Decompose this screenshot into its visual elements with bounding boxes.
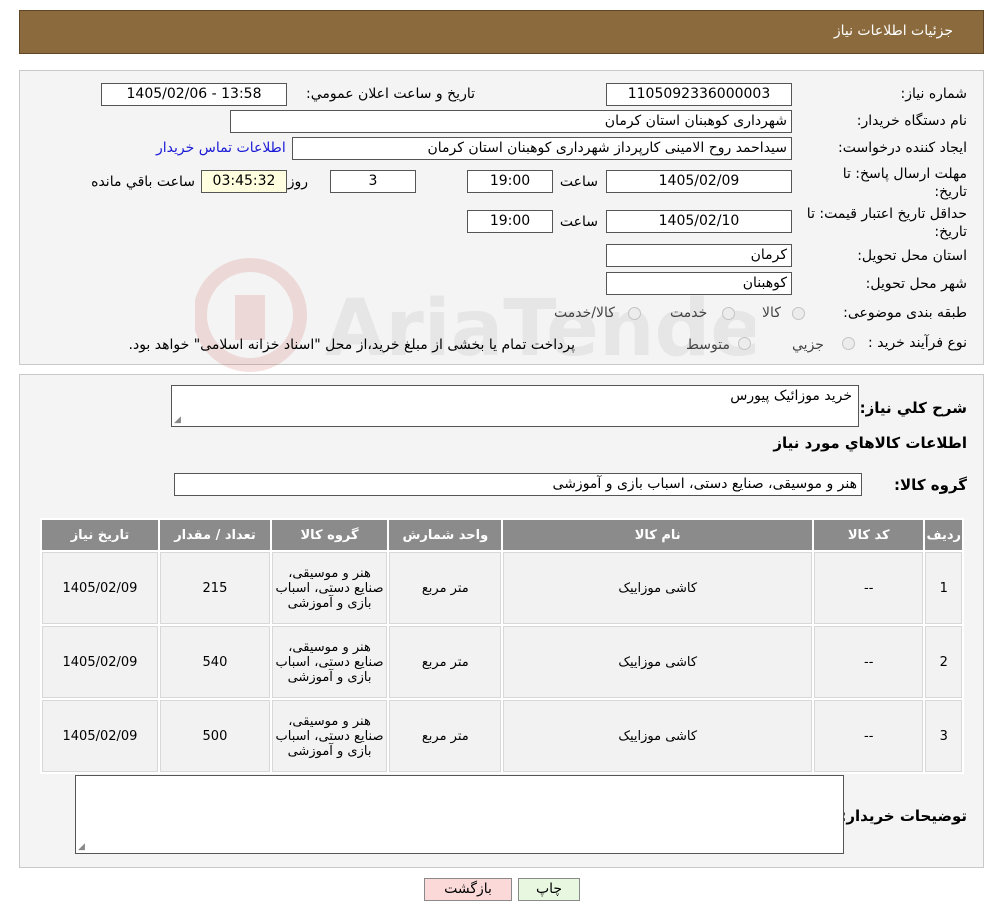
buyer-notes-textarea[interactable]: ◢ bbox=[75, 775, 844, 854]
summary-text: خرید موزائیک پیورس bbox=[730, 388, 852, 404]
remaining-time-label: ساعت باقي مانده bbox=[91, 174, 195, 190]
cell-unit: متر مربع bbox=[389, 626, 502, 698]
resize-grip-icon[interactable]: ◢ bbox=[174, 415, 181, 425]
col-item-group: گروه کالا bbox=[271, 520, 388, 550]
creator-label: ایجاد کننده درخواست: bbox=[838, 140, 967, 156]
category-label: طبقه بندی موضوعی: bbox=[843, 305, 967, 321]
process-minor-option: جزيي bbox=[792, 337, 824, 353]
col-item-code: کد کالا bbox=[813, 520, 924, 550]
announce-datetime-label: تاریخ و ساعت اعلان عمومي: bbox=[306, 86, 475, 102]
col-need-date: تاریخ نیاز bbox=[42, 520, 158, 550]
cell-item-code: -- bbox=[813, 700, 924, 772]
validity-time-label: ساعت bbox=[559, 214, 598, 230]
deadline-date-field: 1405/02/09 bbox=[606, 170, 792, 193]
deadline-time-field: 19:00 bbox=[467, 170, 553, 193]
goods-group-label: گروه کالا: bbox=[894, 476, 967, 494]
process-type-label: نوع فرآیند خرید : bbox=[868, 335, 967, 351]
cell-item-code: -- bbox=[813, 626, 924, 698]
announce-datetime-field: 1405/02/06 - 13:58 bbox=[101, 83, 287, 106]
cell-need-date: 1405/02/09 bbox=[42, 552, 158, 624]
city-field: کوهبنان bbox=[606, 272, 792, 295]
goods-group-field: هنر و موسیقی، صنایع دستی، اسباب بازی و آ… bbox=[174, 473, 862, 496]
summary-textarea[interactable]: خرید موزائیک پیورس ◢ bbox=[171, 385, 859, 427]
deadline-label-line1: مهلت ارسال پاسخ: تا bbox=[842, 166, 967, 182]
cell-quantity: 500 bbox=[159, 700, 270, 772]
table-header-row: رديف کد کالا نام کالا واحد شمارش گروه کا… bbox=[42, 520, 962, 550]
cell-need-date: 1405/02/09 bbox=[42, 626, 158, 698]
resize-grip-icon[interactable]: ◢ bbox=[78, 842, 85, 852]
validity-label-line2: تاریخ: bbox=[934, 224, 967, 240]
cell-quantity: 540 bbox=[159, 626, 270, 698]
validity-date-field: 1405/02/10 bbox=[606, 210, 792, 233]
province-label: استان محل تحویل: bbox=[857, 248, 967, 264]
cell-need-date: 1405/02/09 bbox=[42, 700, 158, 772]
summary-label: شرح كلي نياز: bbox=[859, 399, 967, 417]
cell-item-code: -- bbox=[813, 552, 924, 624]
table-row: 3 -- کاشی موزاییک متر مربع هنر و موسیقی،… bbox=[42, 700, 962, 772]
payment-note: پرداخت تمام یا بخشی از مبلغ خرید،از محل … bbox=[128, 337, 575, 353]
page-title: جزئیات اطلاعات نیاز bbox=[833, 23, 953, 39]
cell-item-group: هنر و موسیقی، صنایع دستی، اسباب بازی و آ… bbox=[271, 626, 388, 698]
category-goods-radio[interactable] bbox=[792, 307, 805, 320]
validity-time-field: 19:00 bbox=[467, 210, 553, 233]
category-service-radio[interactable] bbox=[722, 307, 735, 320]
back-button[interactable]: بازگشت bbox=[424, 878, 512, 901]
goods-table: رديف کد کالا نام کالا واحد شمارش گروه کا… bbox=[40, 518, 964, 774]
table-row: 2 -- کاشی موزاییک متر مربع هنر و موسیقی،… bbox=[42, 626, 962, 698]
category-service-option: خدمت bbox=[670, 305, 708, 321]
buyer-notes-label: توضیحات خریدار: bbox=[840, 807, 967, 825]
process-medium-radio[interactable] bbox=[738, 337, 751, 350]
city-label: شهر محل تحویل: bbox=[865, 276, 967, 292]
buyer-contact-link[interactable]: اطلاعات تماس خریدار bbox=[156, 140, 286, 156]
cell-item-group: هنر و موسیقی، صنایع دستی، اسباب بازی و آ… bbox=[271, 552, 388, 624]
cell-item-name: کاشی موزاییک bbox=[503, 552, 812, 624]
deadline-days-field: 3 bbox=[330, 170, 416, 193]
category-goods-service-radio[interactable] bbox=[628, 307, 641, 320]
process-minor-radio[interactable] bbox=[842, 337, 855, 350]
cell-item-group: هنر و موسیقی، صنایع دستی، اسباب بازی و آ… bbox=[271, 700, 388, 772]
province-field: کرمان bbox=[606, 244, 792, 267]
validity-label-line1: حداقل تاریخ اعتبار قیمت: تا bbox=[806, 206, 967, 222]
buyer-org-label: نام دستگاه خریدار: bbox=[856, 113, 967, 129]
category-goods-option: کالا bbox=[762, 305, 781, 321]
cell-item-name: کاشی موزاییک bbox=[503, 626, 812, 698]
cell-item-name: کاشی موزاییک bbox=[503, 700, 812, 772]
col-item-name: نام کالا bbox=[503, 520, 812, 550]
cell-row-number: 2 bbox=[925, 626, 962, 698]
cell-quantity: 215 bbox=[159, 552, 270, 624]
table-row: 1 -- کاشی موزاییک متر مربع هنر و موسیقی،… bbox=[42, 552, 962, 624]
remaining-time-field: 03:45:32 bbox=[201, 170, 287, 193]
cell-unit: متر مربع bbox=[389, 700, 502, 772]
process-medium-option: متوسط bbox=[686, 337, 730, 353]
col-unit: واحد شمارش bbox=[389, 520, 502, 550]
col-row-number: رديف bbox=[925, 520, 962, 550]
creator-field: سیداحمد روح الامینی کارپرداز شهرداری کوه… bbox=[292, 137, 792, 160]
col-quantity: تعداد / مقدار bbox=[159, 520, 270, 550]
need-number-field: 1105092336000003 bbox=[606, 83, 792, 106]
cell-row-number: 1 bbox=[925, 552, 962, 624]
print-button[interactable]: چاپ bbox=[518, 878, 580, 901]
deadline-label-line2: تاریخ: bbox=[934, 184, 967, 200]
buyer-org-field: شهرداری کوهبنان استان کرمان bbox=[230, 110, 792, 133]
cell-row-number: 3 bbox=[925, 700, 962, 772]
deadline-time-label: ساعت bbox=[559, 174, 598, 190]
need-number-label: شماره نیاز: bbox=[900, 86, 968, 102]
category-goods-service-option: کالا/خدمت bbox=[554, 305, 615, 321]
cell-unit: متر مربع bbox=[389, 552, 502, 624]
page-header: جزئیات اطلاعات نیاز bbox=[19, 10, 984, 54]
goods-info-title: اطلاعات كالاهاي مورد نياز bbox=[773, 434, 967, 452]
